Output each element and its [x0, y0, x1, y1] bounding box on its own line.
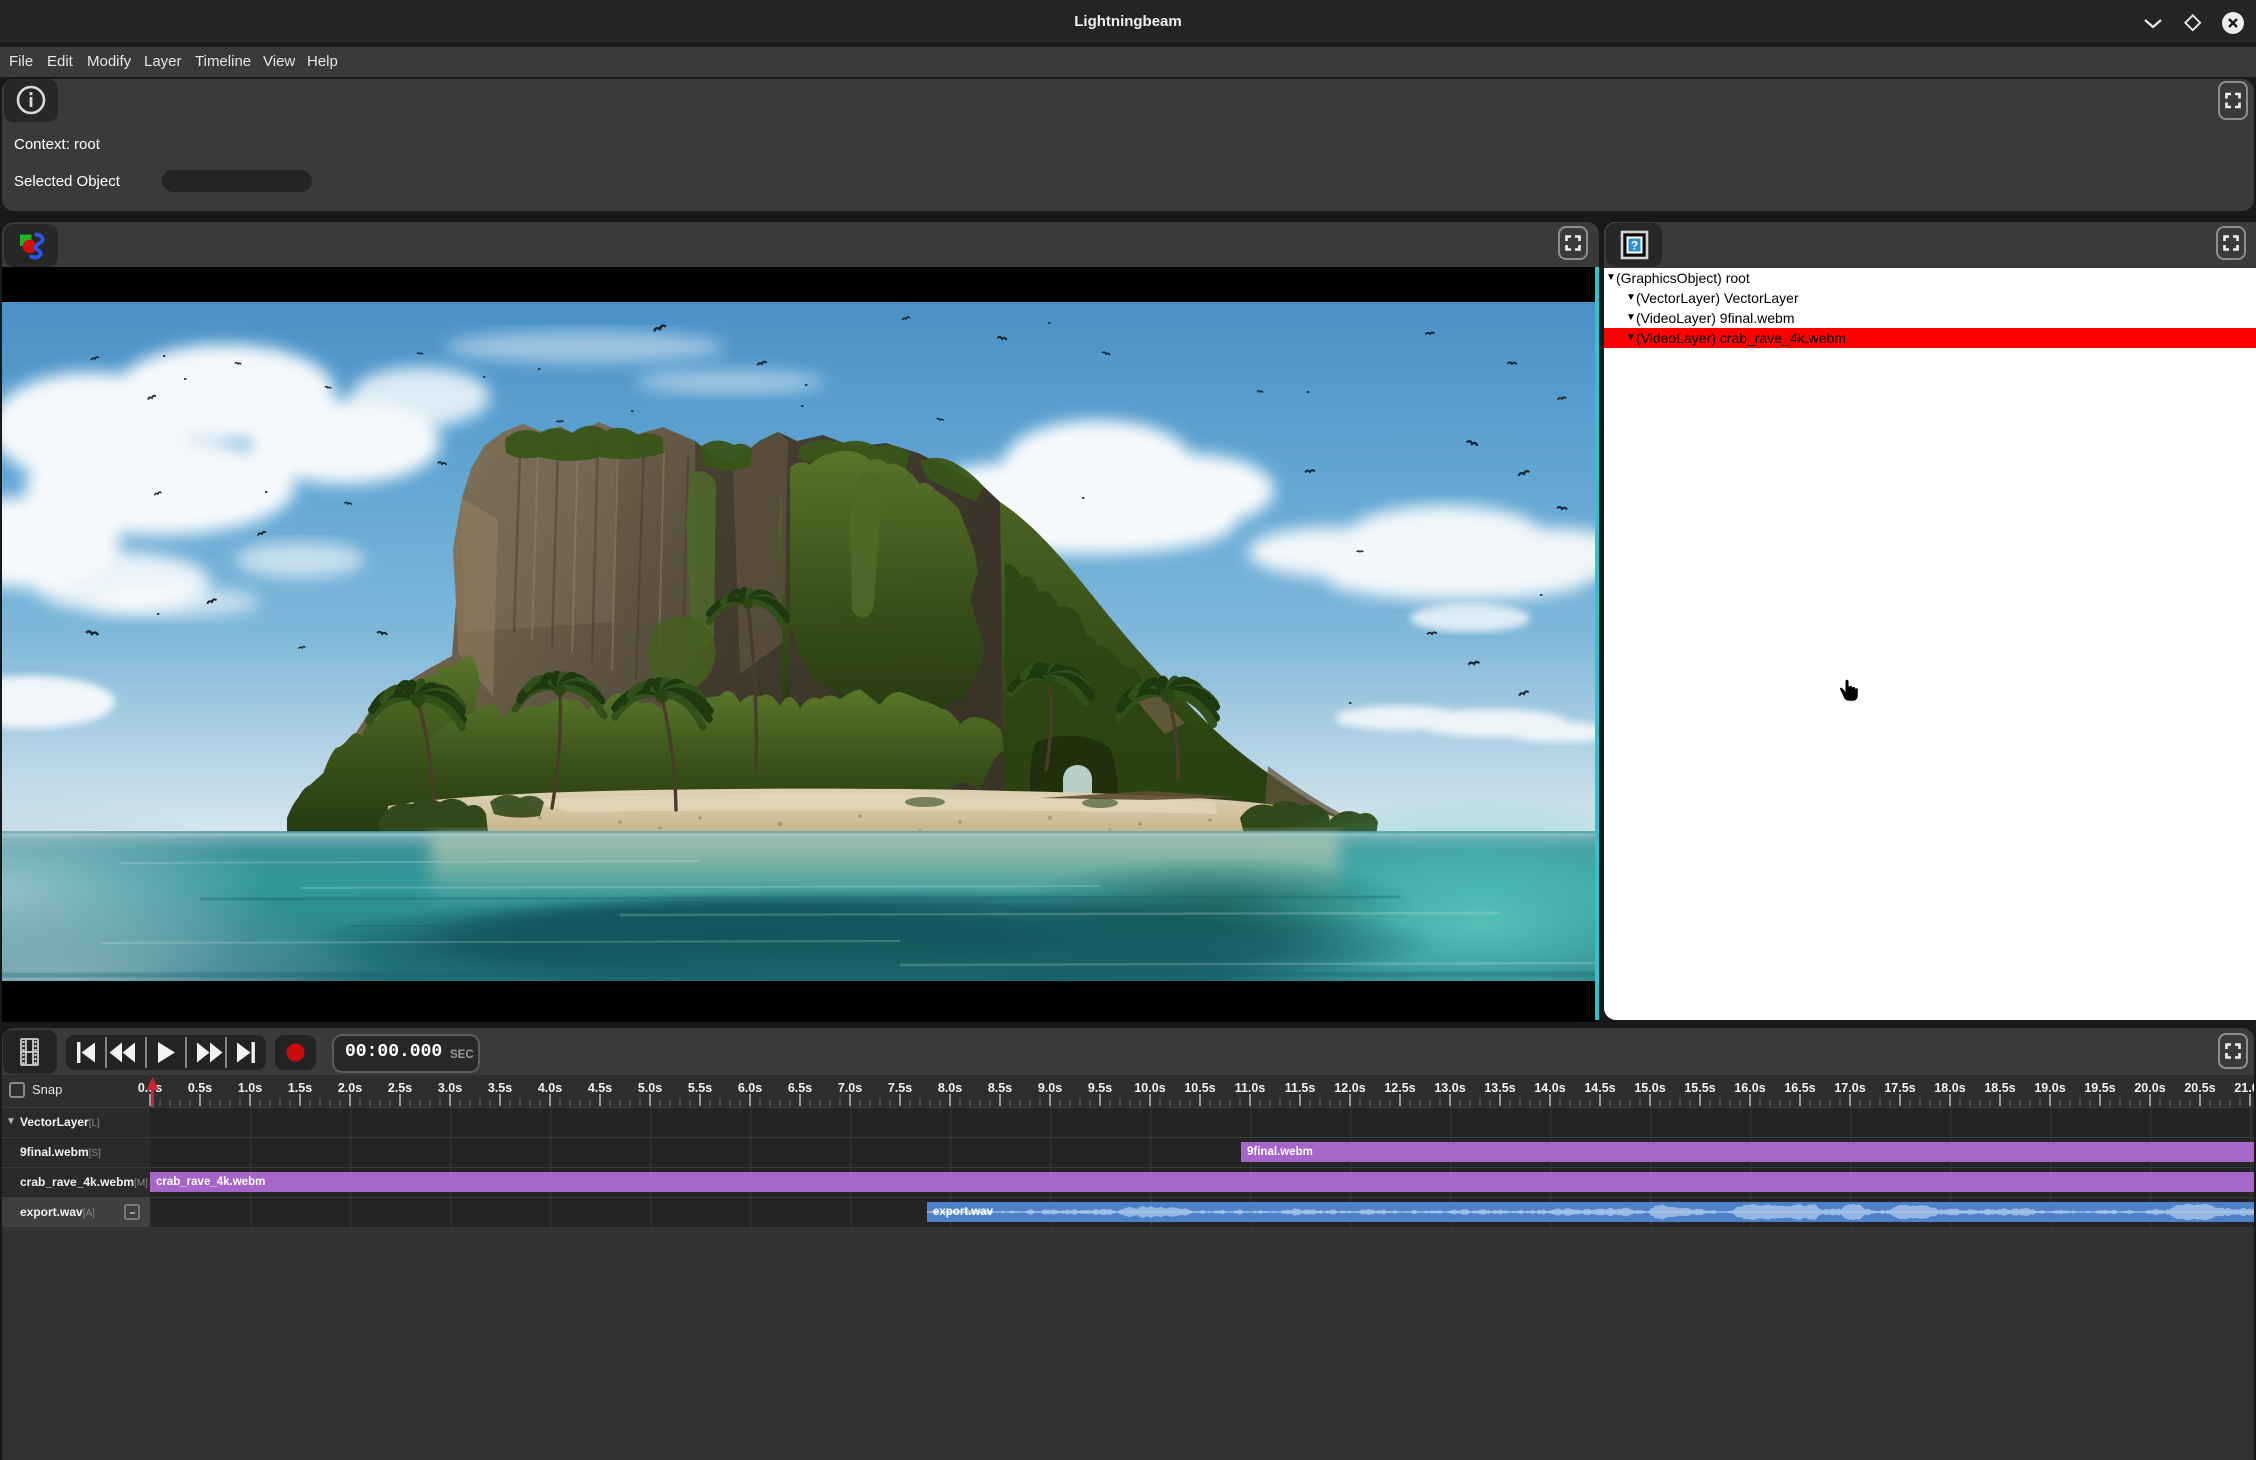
- svg-text:8.0s: 8.0s: [938, 1081, 962, 1095]
- svg-text:1.5s: 1.5s: [288, 1081, 312, 1095]
- svg-text:21.0s: 21.0s: [2234, 1081, 2254, 1095]
- svg-text:10.0s: 10.0s: [1134, 1081, 1165, 1095]
- svg-text:0.5s: 0.5s: [188, 1081, 212, 1095]
- svg-text:2.0s: 2.0s: [338, 1081, 362, 1095]
- svg-text:17.0s: 17.0s: [1834, 1081, 1865, 1095]
- svg-text:9.0s: 9.0s: [1038, 1081, 1062, 1095]
- svg-text:1.0s: 1.0s: [238, 1081, 262, 1095]
- svg-text:5.0s: 5.0s: [638, 1081, 662, 1095]
- svg-text:10.5s: 10.5s: [1184, 1081, 1215, 1095]
- svg-text:15.0s: 15.0s: [1634, 1081, 1665, 1095]
- svg-text:9.5s: 9.5s: [1088, 1081, 1112, 1095]
- svg-text:2.5s: 2.5s: [388, 1081, 412, 1095]
- svg-text:20.5s: 20.5s: [2184, 1081, 2215, 1095]
- svg-text:3.0s: 3.0s: [438, 1081, 462, 1095]
- svg-text:13.0s: 13.0s: [1434, 1081, 1465, 1095]
- svg-text:19.0s: 19.0s: [2034, 1081, 2065, 1095]
- svg-text:16.0s: 16.0s: [1734, 1081, 1765, 1095]
- svg-text:16.5s: 16.5s: [1784, 1081, 1815, 1095]
- svg-text:20.0s: 20.0s: [2134, 1081, 2165, 1095]
- svg-text:4.5s: 4.5s: [588, 1081, 612, 1095]
- svg-text:11.5s: 11.5s: [1285, 1081, 1316, 1095]
- svg-text:6.0s: 6.0s: [738, 1081, 762, 1095]
- svg-text:4.0s: 4.0s: [538, 1081, 562, 1095]
- svg-text:?: ?: [1631, 239, 1638, 253]
- svg-text:12.0s: 12.0s: [1334, 1081, 1365, 1095]
- svg-text:19.5s: 19.5s: [2084, 1081, 2115, 1095]
- svg-text:12.5s: 12.5s: [1384, 1081, 1415, 1095]
- svg-text:17.5s: 17.5s: [1884, 1081, 1915, 1095]
- svg-text:8.5s: 8.5s: [988, 1081, 1012, 1095]
- svg-text:15.5s: 15.5s: [1684, 1081, 1715, 1095]
- svg-text:6.5s: 6.5s: [788, 1081, 812, 1095]
- svg-text:14.5s: 14.5s: [1584, 1081, 1615, 1095]
- svg-text:13.5s: 13.5s: [1484, 1081, 1515, 1095]
- svg-text:18.5s: 18.5s: [1984, 1081, 2015, 1095]
- svg-text:18.0s: 18.0s: [1934, 1081, 1965, 1095]
- svg-text:14.0s: 14.0s: [1534, 1081, 1565, 1095]
- svg-text:5.5s: 5.5s: [688, 1081, 712, 1095]
- svg-text:7.5s: 7.5s: [888, 1081, 912, 1095]
- svg-text:3.5s: 3.5s: [488, 1081, 512, 1095]
- svg-text:7.0s: 7.0s: [838, 1081, 862, 1095]
- svg-text:11.0s: 11.0s: [1235, 1081, 1266, 1095]
